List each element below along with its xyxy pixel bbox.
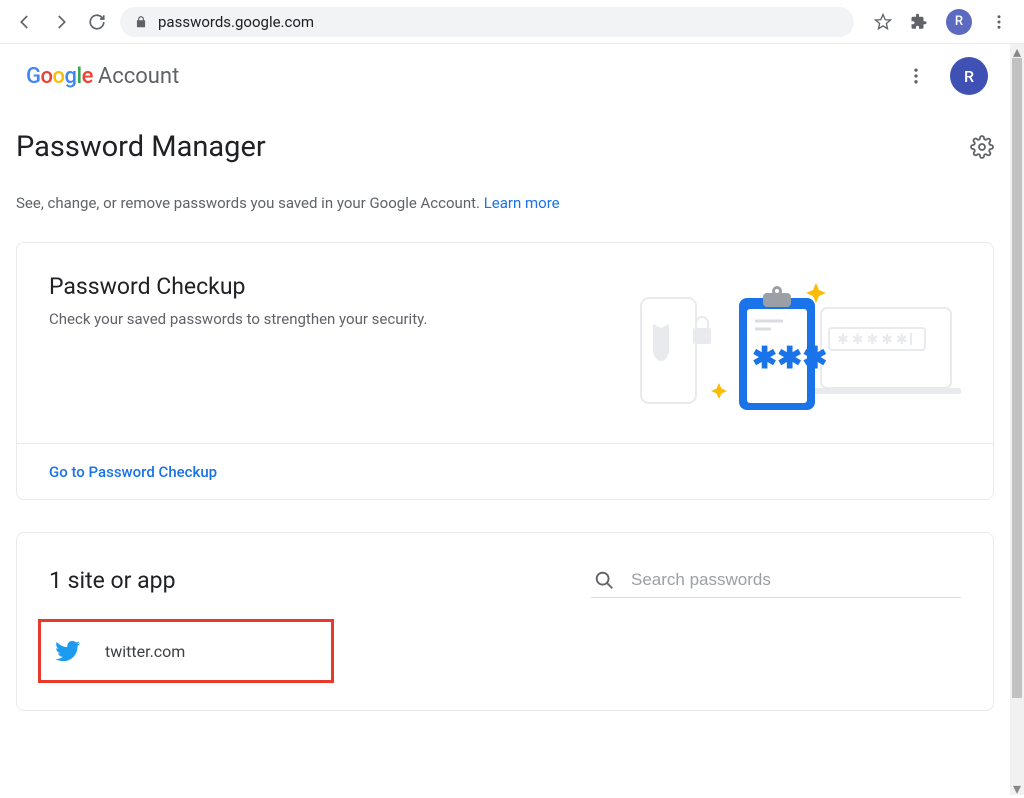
checkup-desc: Check your saved passwords to strengthen…	[49, 310, 427, 328]
checkup-title: Password Checkup	[49, 273, 427, 300]
bookmark-star-icon[interactable]	[874, 13, 892, 31]
lock-icon	[134, 15, 148, 29]
site-name-label: twitter.com	[105, 642, 185, 661]
browser-toolbar: passwords.google.com R	[0, 0, 1024, 44]
account-label: Account	[98, 64, 179, 89]
search-icon	[593, 569, 615, 591]
header-menu-icon[interactable]	[906, 66, 926, 86]
forward-icon[interactable]	[52, 13, 70, 31]
learn-more-link[interactable]: Learn more	[484, 194, 560, 212]
go-to-checkup-link[interactable]: Go to Password Checkup	[49, 463, 217, 481]
scrollbar[interactable]: ▴ ▾	[1010, 44, 1024, 795]
browser-avatar[interactable]: R	[946, 9, 972, 35]
back-icon[interactable]	[16, 13, 34, 31]
password-checkup-card: Password Checkup Check your saved passwo…	[16, 242, 994, 500]
url-text: passwords.google.com	[158, 13, 314, 31]
sites-count-label: 1 site or app	[49, 567, 175, 594]
browser-menu-icon[interactable]	[990, 13, 1008, 31]
search-passwords-field[interactable]	[591, 563, 961, 598]
twitter-icon	[55, 638, 81, 664]
scroll-down-icon[interactable]: ▾	[1010, 781, 1024, 795]
account-avatar[interactable]: R	[950, 57, 988, 95]
extensions-icon[interactable]	[910, 13, 928, 31]
page-subtitle: See, change, or remove passwords you sav…	[16, 194, 994, 212]
scrollbar-thumb[interactable]	[1012, 58, 1022, 698]
page-viewport: Google Account R Password Manager See, c…	[0, 44, 1010, 795]
site-row-twitter[interactable]: twitter.com	[41, 622, 331, 680]
settings-gear-icon[interactable]	[970, 135, 994, 159]
reload-icon[interactable]	[88, 13, 106, 31]
address-bar[interactable]: passwords.google.com	[120, 7, 854, 37]
google-logo: Google	[26, 64, 93, 89]
google-account-logo[interactable]: Google Account	[26, 64, 179, 89]
checkup-illustration: ✱✱✱✱✱ ✱✱✱	[611, 273, 961, 423]
page-title: Password Manager	[16, 130, 266, 164]
svg-text:✱✱✱✱✱: ✱✱✱✱✱	[837, 332, 911, 348]
app-header: Google Account R	[0, 44, 1010, 108]
saved-sites-card: 1 site or app twitter.com	[16, 532, 994, 711]
scroll-up-icon[interactable]: ▴	[1010, 44, 1024, 58]
search-input[interactable]	[631, 570, 959, 590]
svg-text:✱✱✱: ✱✱✱	[752, 341, 827, 376]
